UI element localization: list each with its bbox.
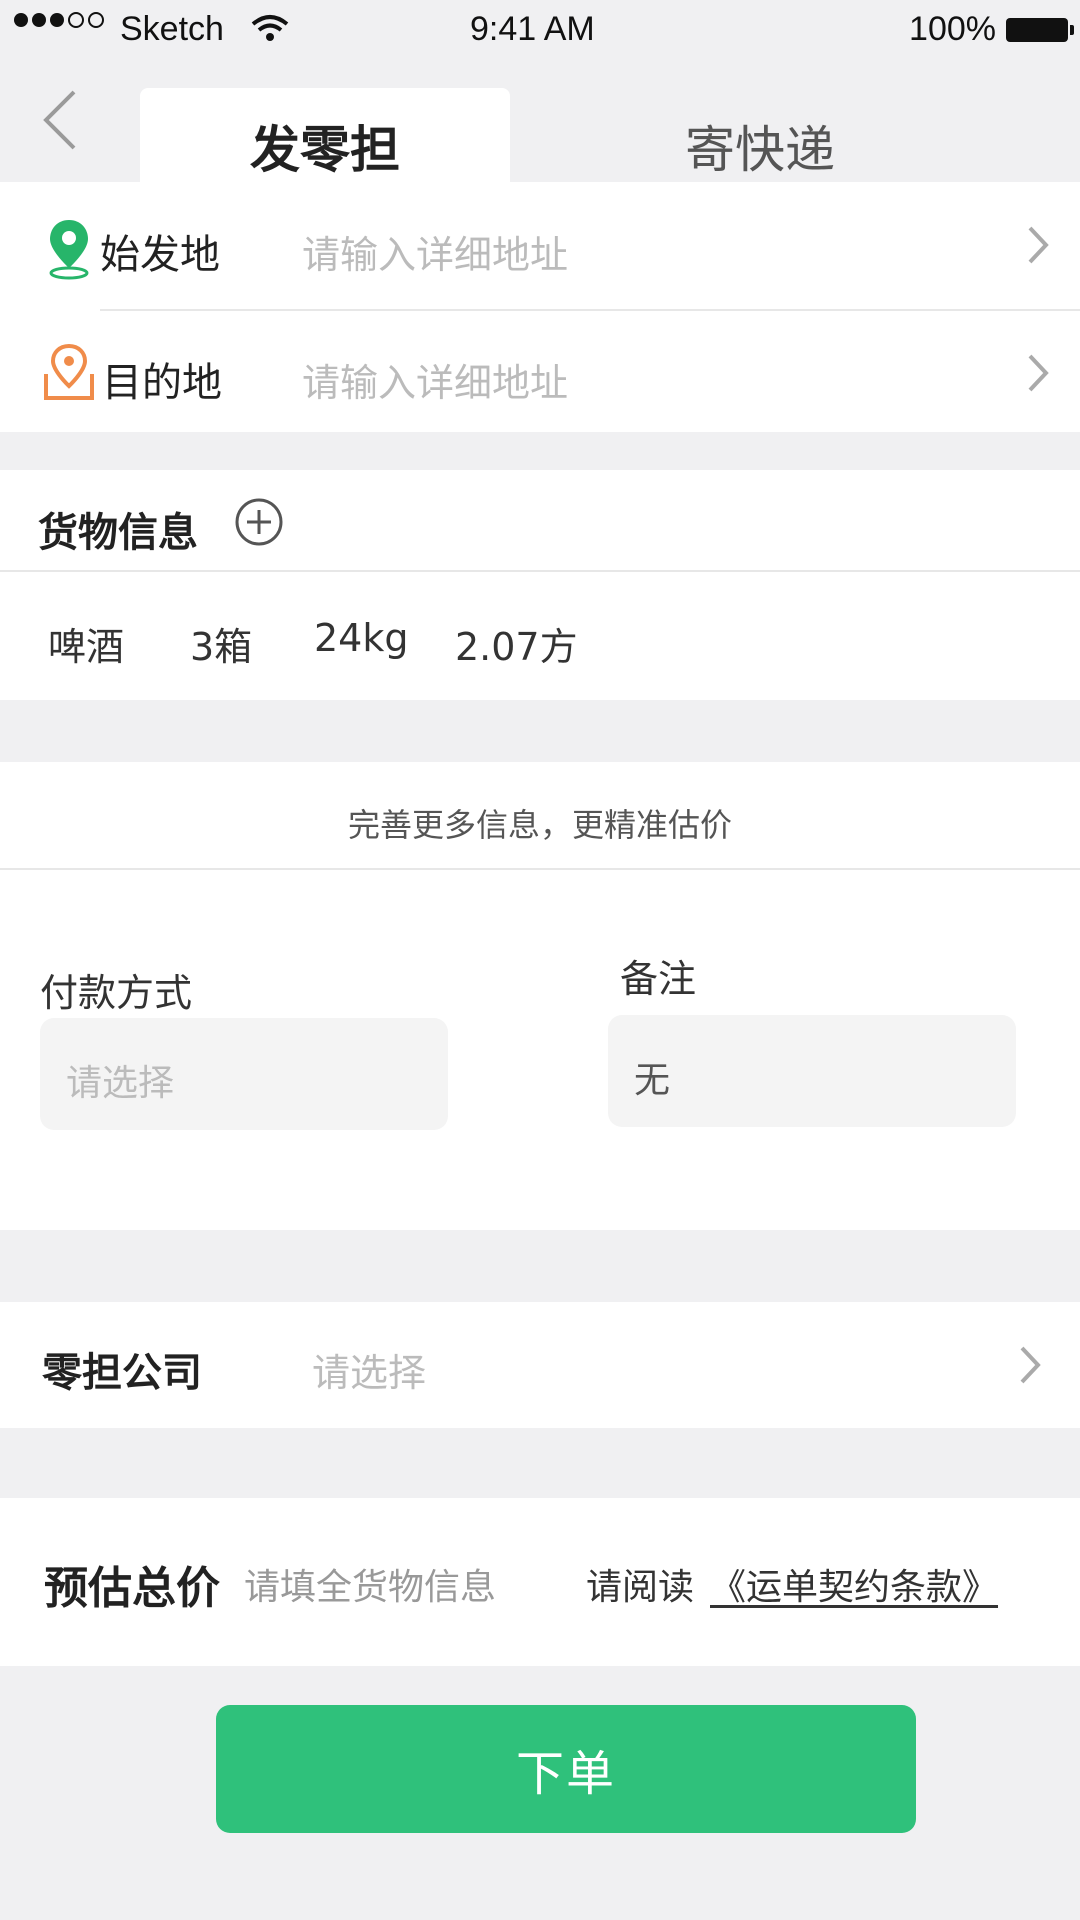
cargo-quantity: 3箱 bbox=[190, 625, 253, 669]
chevron-left-icon bbox=[43, 90, 76, 150]
chevron-right-icon bbox=[1024, 350, 1052, 396]
terms-link[interactable]: 《运单契约条款》 bbox=[710, 1558, 998, 1610]
estimate-panel: 预估总价 请填全货物信息 请阅读 《运单契约条款》 bbox=[0, 1498, 1080, 1666]
plus-circle-icon bbox=[235, 498, 283, 546]
battery-icon bbox=[1006, 17, 1074, 42]
company-label: 零担公司 bbox=[42, 1350, 202, 1396]
more-info-hint: 完善更多信息，更精准估价 bbox=[347, 806, 732, 844]
cargo-volume: 2.07方 bbox=[455, 625, 578, 669]
cargo-title: 货物信息 bbox=[38, 510, 198, 556]
tab-express[interactable]: 寄快递 bbox=[580, 110, 940, 180]
battery-percent: 100% bbox=[909, 10, 996, 48]
remark-label: 备注 bbox=[620, 957, 697, 1001]
remark-input[interactable]: 无 bbox=[608, 1015, 1016, 1127]
status-bar: Sketch 9:41 AM 100% bbox=[0, 0, 1080, 60]
cargo-weight: 24kg bbox=[314, 616, 409, 660]
divider bbox=[100, 309, 1080, 311]
chevron-right-icon bbox=[1016, 1342, 1044, 1388]
tab-less-than-truckload[interactable]: 发零担 bbox=[140, 88, 510, 182]
estimate-label: 预估总价 bbox=[44, 1563, 220, 1614]
orange-location-box-icon bbox=[42, 343, 96, 406]
origin-label: 始发地 bbox=[100, 232, 220, 278]
destination-row[interactable]: 目的地 请输入详细地址 bbox=[0, 312, 1080, 432]
destination-address-input[interactable]: 请输入详细地址 bbox=[302, 352, 568, 407]
green-location-pin-icon bbox=[46, 218, 92, 284]
estimate-hint: 请填全货物信息 bbox=[244, 1567, 497, 1608]
battery-indicator: 100% bbox=[909, 10, 1074, 49]
carrier-name: Sketch bbox=[120, 10, 224, 48]
cargo-name: 啤酒 bbox=[48, 625, 125, 669]
origin-address-input[interactable]: 请输入详细地址 bbox=[302, 224, 568, 279]
wifi-icon bbox=[250, 14, 290, 53]
tab-label: 发零担 bbox=[250, 121, 400, 179]
cargo-item-row[interactable]: 啤酒 3箱 24kg 2.07方 bbox=[0, 600, 1080, 680]
origin-row[interactable]: 始发地 请输入详细地址 bbox=[0, 182, 1080, 308]
terms-prefix: 请阅读 bbox=[586, 1567, 695, 1608]
company-row[interactable]: 零担公司 请选择 bbox=[0, 1302, 1080, 1428]
destination-label: 目的地 bbox=[102, 360, 222, 406]
signal-strength-icon bbox=[14, 12, 104, 28]
chevron-right-icon bbox=[1024, 222, 1052, 268]
payment-placeholder: 请选择 bbox=[66, 1063, 175, 1104]
divider bbox=[0, 570, 1080, 572]
clock: 9:41 AM bbox=[470, 10, 595, 48]
back-button[interactable] bbox=[38, 88, 82, 152]
payment-method-select[interactable]: 请选择 bbox=[40, 1018, 448, 1130]
company-select[interactable]: 请选择 bbox=[312, 1342, 426, 1397]
add-cargo-button[interactable] bbox=[234, 497, 284, 551]
payment-label: 付款方式 bbox=[40, 971, 193, 1015]
divider bbox=[0, 868, 1080, 870]
remark-value: 无 bbox=[634, 1060, 671, 1101]
submit-order-button[interactable]: 下单 bbox=[216, 1705, 916, 1833]
